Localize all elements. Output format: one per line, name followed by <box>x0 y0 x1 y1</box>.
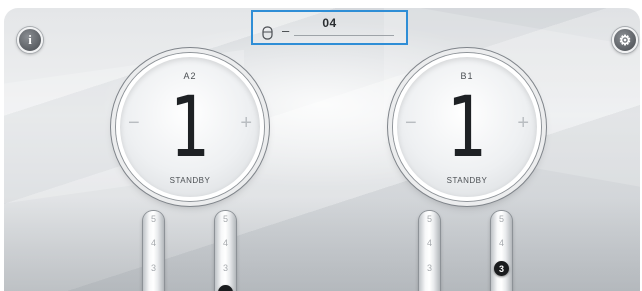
slider-tick: 3 <box>426 263 432 273</box>
dial-status: STANDBY <box>169 176 211 185</box>
dial-value: 1 <box>446 78 488 176</box>
dial-value: 1 <box>169 78 211 176</box>
slider-tick: 5 <box>426 214 432 224</box>
level-slider-4[interactable]: 5 4 3 <box>491 211 512 291</box>
dial-a2[interactable]: A2 1 − + STANDBY <box>116 53 264 201</box>
info-icon: i <box>28 32 32 47</box>
slider-tick: 5 <box>498 214 504 224</box>
increase-button[interactable]: + <box>517 112 529 135</box>
slider-tick: 3 <box>222 263 228 273</box>
background-facet <box>4 198 640 291</box>
info-button[interactable]: i <box>17 27 43 53</box>
slider-tick: 4 <box>222 238 228 248</box>
slider-tick: 4 <box>150 238 156 248</box>
level-slider-3[interactable]: 5 4 3 <box>419 211 440 291</box>
slider-tick: 4 <box>498 238 504 248</box>
channel-header[interactable]: 04 – <box>251 10 408 45</box>
level-slider-1[interactable]: 5 4 3 <box>143 211 164 291</box>
device-icon <box>262 26 273 40</box>
slider-tick: 4 <box>426 238 432 248</box>
channel-separator: – <box>282 23 290 38</box>
channel-number: 04 <box>322 16 337 30</box>
slider-knob[interactable]: 3 <box>494 261 509 276</box>
slider-knob[interactable] <box>218 285 233 291</box>
slider-tick: 5 <box>222 214 228 224</box>
decrease-button[interactable]: − <box>405 112 417 135</box>
dial-status: STANDBY <box>446 176 488 185</box>
level-slider-2[interactable]: 5 4 3 <box>215 211 236 291</box>
gear-icon: ⚙ <box>618 31 632 48</box>
channel-underline <box>294 35 394 36</box>
decrease-button[interactable]: − <box>128 112 140 135</box>
slider-tick: 5 <box>150 214 156 224</box>
dial-b1[interactable]: B1 1 − + STANDBY <box>393 53 541 201</box>
increase-button[interactable]: + <box>240 112 252 135</box>
slider-tick: 3 <box>150 263 156 273</box>
settings-button[interactable]: ⚙ <box>612 27 638 53</box>
control-panel <box>4 8 640 291</box>
